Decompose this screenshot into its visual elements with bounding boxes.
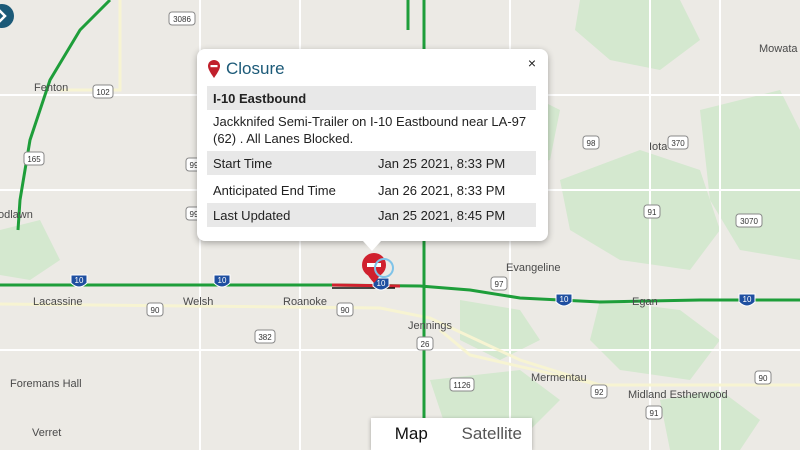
shield-91b: 91 [645, 405, 663, 420]
label-verret: Verret [32, 427, 61, 439]
svg-text:91: 91 [648, 208, 657, 217]
svg-text:26: 26 [421, 340, 430, 349]
svg-text:97: 97 [495, 280, 504, 289]
label-roanoke: Roanoke [283, 296, 327, 308]
svg-text:1126: 1126 [453, 381, 471, 390]
svg-text:165: 165 [27, 155, 41, 164]
row-value: Jan 25 2021, 8:33 PM [378, 156, 506, 171]
svg-text:92: 92 [595, 388, 604, 397]
row-label: Anticipated End Time [213, 183, 336, 198]
shield-97: 97 [490, 276, 508, 291]
label-egan: Egan [632, 296, 658, 308]
shield-90b: 90 [336, 302, 354, 317]
popup-row-start: Start Time Jan 25 2021, 8:33 PM [207, 151, 536, 175]
map-type-control: Map Satellite [371, 418, 532, 450]
row-value: Jan 26 2021, 8:33 PM [378, 183, 506, 198]
svg-text:370: 370 [671, 139, 685, 148]
closure-popup: × Closure I-10 Eastbound Jackknifed Semi… [197, 49, 548, 251]
shield-165: 165 [23, 151, 45, 166]
shield-98: 98 [582, 135, 600, 150]
shield-382: 382 [254, 329, 276, 344]
shield-102: 102 [92, 84, 114, 99]
svg-text:102: 102 [96, 88, 110, 97]
popup-row-end: Anticipated End Time Jan 26 2021, 8:33 P… [207, 177, 536, 201]
label-iota: Iota [649, 141, 668, 153]
shield-26: 26 [416, 336, 434, 351]
popup-heading-row: I-10 Eastbound [207, 86, 536, 110]
shield-3070: 3070 [735, 213, 763, 228]
popup-description: Jackknifed Semi-Trailer on I-10 Eastboun… [213, 114, 527, 146]
label-midland-estherwood: Midland Estherwood [628, 389, 728, 401]
row-label: Last Updated [213, 208, 291, 223]
shield-91a: 91 [643, 204, 661, 219]
label-welsh: Welsh [183, 296, 213, 308]
shield-i10a: 10 [70, 274, 88, 288]
svg-text:90: 90 [151, 306, 160, 315]
svg-text:98: 98 [587, 139, 596, 148]
svg-text:10: 10 [75, 276, 84, 285]
shield-i10d: 10 [738, 293, 756, 307]
shield-i10b: 10 [213, 274, 231, 288]
map-type-map-button[interactable]: Map [371, 418, 452, 450]
svg-text:10: 10 [560, 295, 569, 304]
popup-title: Closure [207, 59, 285, 79]
svg-text:3086: 3086 [173, 15, 191, 24]
label-mermentau: Mermentau [531, 372, 587, 384]
shield-3086: 3086 [168, 11, 196, 26]
svg-text:90: 90 [341, 306, 350, 315]
svg-text:382: 382 [258, 333, 272, 342]
shield-1126: 1126 [449, 377, 475, 392]
svg-text:10: 10 [218, 276, 227, 285]
label-evangeline: Evangeline [506, 262, 560, 274]
svg-text:10: 10 [743, 295, 752, 304]
popup-row-updated: Last Updated Jan 25 2021, 8:45 PM [207, 203, 536, 227]
svg-text:3070: 3070 [740, 217, 758, 226]
label-mowata: Mowata [759, 43, 798, 55]
row-value: Jan 25 2021, 8:45 PM [378, 208, 506, 223]
chevron-right-icon[interactable] [0, 4, 14, 28]
label-fenton: Fenton [34, 82, 68, 94]
row-label: Start Time [213, 156, 273, 171]
svg-text:10: 10 [377, 279, 386, 288]
popup-heading: I-10 Eastbound [213, 91, 307, 106]
map-type-satellite-button[interactable]: Satellite [452, 418, 533, 450]
shield-90a: 90 [146, 302, 164, 317]
shield-370: 370 [667, 135, 689, 150]
svg-text:91: 91 [650, 409, 659, 418]
label-jennings: Jennings [408, 320, 453, 332]
shield-90c: 90 [754, 370, 772, 385]
shield-92: 92 [590, 384, 608, 399]
closure-pin-icon [208, 60, 220, 78]
popup-title-text: Closure [226, 59, 285, 78]
label-lacassine: Lacassine [33, 296, 83, 308]
svg-text:90: 90 [759, 374, 768, 383]
shield-i10c: 10 [555, 293, 573, 307]
close-icon[interactable]: × [528, 55, 536, 71]
closed-segment [331, 283, 401, 288]
label-odlawn: odlawn [0, 209, 33, 221]
label-foremans-hall: Foremans Hall [10, 378, 82, 390]
